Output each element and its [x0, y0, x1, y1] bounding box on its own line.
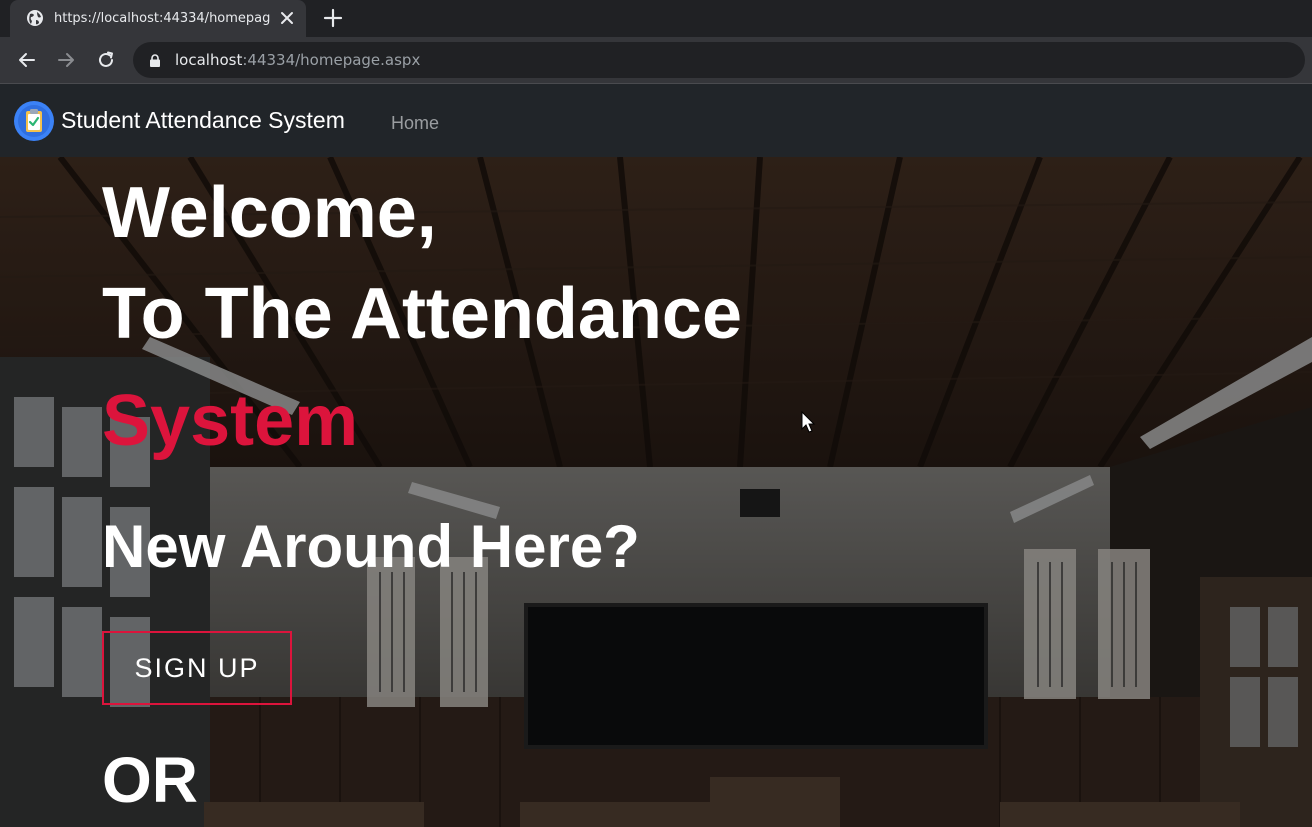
url-path: :44334/homepage.aspx: [242, 51, 421, 69]
browser-toolbar: localhost:44334/homepage.aspx: [0, 37, 1312, 84]
hero-heading-system: System: [102, 381, 359, 461]
globe-icon: [27, 10, 43, 26]
arrow-right-icon[interactable]: [55, 49, 77, 71]
clipboard-check-icon[interactable]: [14, 101, 54, 141]
mouse-cursor-icon: [801, 411, 816, 433]
browser-tabstrip: https://localhost:44334/homepage.aspx: [0, 0, 1312, 37]
url-text[interactable]: localhost:44334/homepage.aspx: [175, 50, 420, 70]
reload-icon[interactable]: [95, 49, 117, 71]
plus-icon[interactable]: [322, 7, 344, 29]
classroom-background-image: [0, 157, 1312, 827]
address-bar[interactable]: localhost:44334/homepage.aspx: [133, 42, 1305, 78]
nav-link-home[interactable]: Home: [391, 111, 439, 135]
url-host: localhost: [175, 51, 243, 69]
close-icon[interactable]: [278, 9, 296, 27]
site-navbar: Student Attendance System Home: [0, 84, 1312, 157]
hero-subheading-new: New Around Here?: [102, 513, 640, 580]
sign-up-button[interactable]: SIGN UP: [102, 631, 292, 705]
hero-section: Welcome, To The Attendance System New Ar…: [0, 157, 1312, 827]
browser-tab[interactable]: https://localhost:44334/homepage.aspx: [10, 0, 306, 37]
hero-or-text: OR: [102, 744, 198, 816]
tab-title: https://localhost:44334/homepage.aspx: [54, 11, 270, 26]
brand-name[interactable]: Student Attendance System: [61, 106, 345, 134]
hero-heading-welcome: Welcome,: [102, 173, 437, 253]
arrow-left-icon[interactable]: [16, 49, 38, 71]
lock-icon[interactable]: [149, 54, 161, 67]
hero-heading-attendance: To The Attendance: [102, 274, 743, 354]
